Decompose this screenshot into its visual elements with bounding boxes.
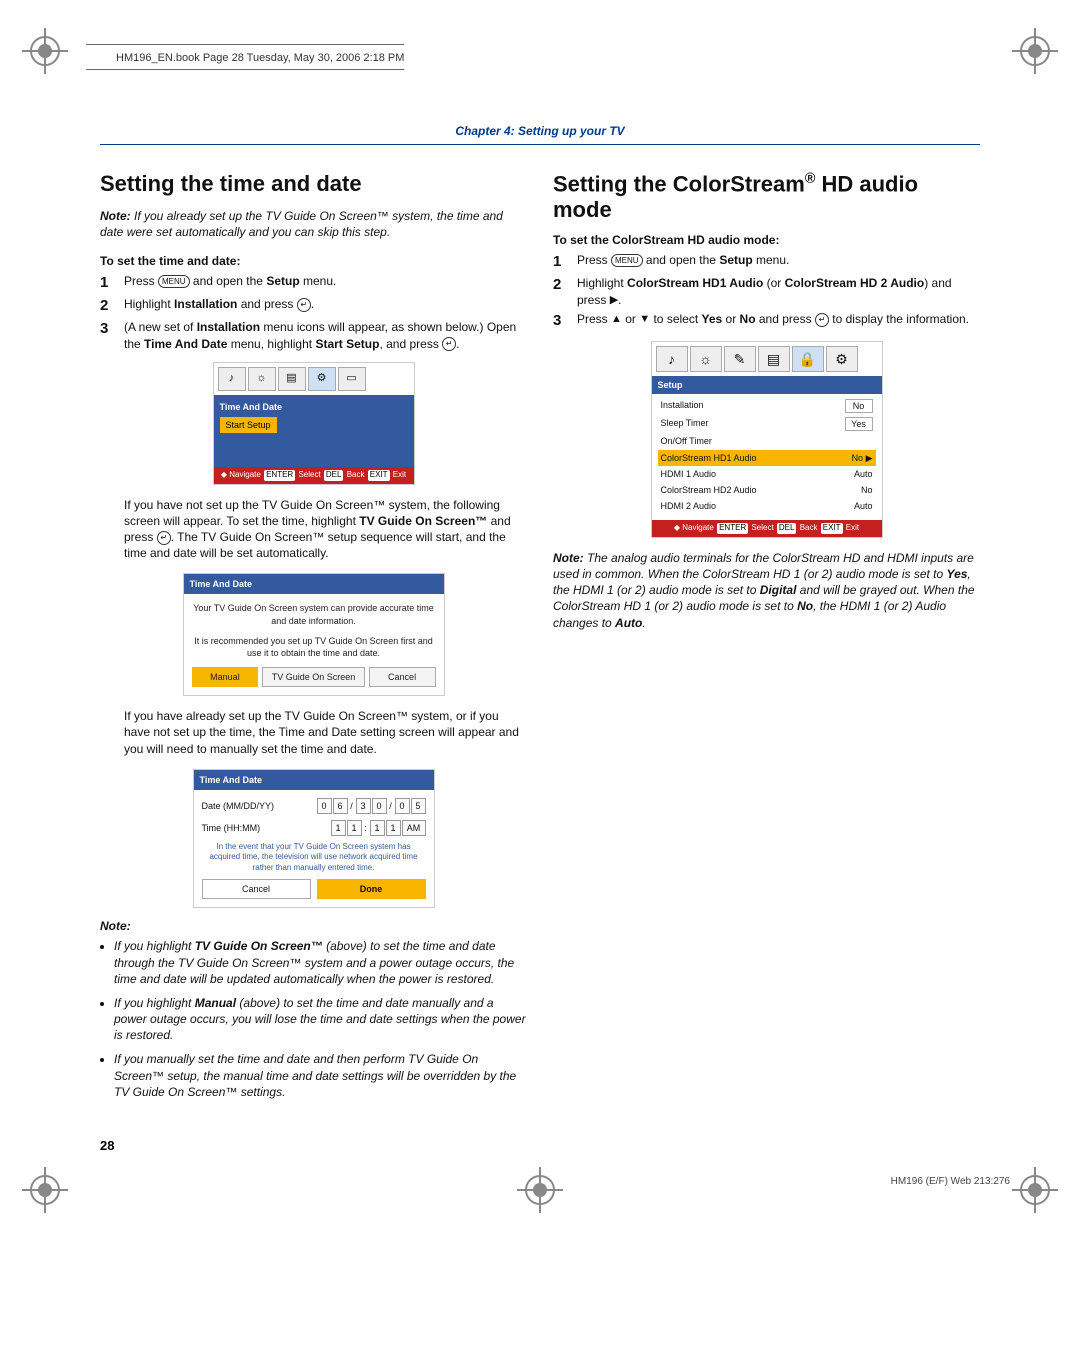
- right-heading: Setting the ColorStream® HD audio mode: [553, 171, 980, 222]
- right-note: Note: The analog audio terminals for the…: [553, 550, 980, 631]
- enter-button-icon: ↵: [815, 313, 829, 327]
- registration-mark-icon: [22, 1167, 68, 1213]
- step-1: 1 Press MENU and open the Setup menu.: [100, 273, 527, 293]
- enter-button-icon: ↵: [157, 531, 171, 545]
- up-arrow-icon: ▲: [611, 314, 622, 325]
- right-subhead: To set the ColorStream HD audio mode:: [553, 232, 980, 248]
- post-osd1-text: If you have not set up the TV Guide On S…: [124, 497, 527, 562]
- left-heading: Setting the time and date: [100, 171, 527, 196]
- intro-note: Note: If you already set up the TV Guide…: [100, 208, 527, 240]
- r-step-1: 1 Press MENU and open the Setup menu.: [553, 252, 980, 272]
- left-subhead: To set the time and date:: [100, 253, 527, 269]
- registration-mark-icon: [1012, 28, 1058, 74]
- menu-button-icon: MENU: [611, 254, 643, 267]
- right-arrow-icon: ▶: [610, 295, 618, 306]
- registration-mark-icon: [517, 1167, 563, 1213]
- down-arrow-icon: ▼: [639, 314, 650, 325]
- r-step-3: 3 Press ▲ or ▼ to select Yes or No and p…: [553, 311, 980, 331]
- menu-button-icon: MENU: [158, 275, 190, 288]
- osd-time-date-menu: ♪☼▤⚙▭ Time And Date Start Setup ◆ Naviga…: [213, 362, 415, 485]
- r-step-2: 2 Highlight ColorStream HD1 Audio (or Co…: [553, 275, 980, 307]
- enter-button-icon: ↵: [297, 298, 311, 312]
- registration-mark-icon: [1012, 1167, 1058, 1213]
- osd-tvguide-prompt: Time And Date Your TV Guide On Screen sy…: [183, 573, 445, 696]
- registration-mark-icon: [22, 28, 68, 74]
- crop-header-text: HM196_EN.book Page 28 Tuesday, May 30, 2…: [116, 52, 404, 64]
- date-boxes: 06/30/05: [316, 798, 426, 814]
- step-3: 3 (A new set of Installation menu icons …: [100, 319, 527, 351]
- chapter-heading: Chapter 4: Setting up your TV: [100, 120, 980, 145]
- step-2: 2 Highlight Installation and press ↵.: [100, 296, 527, 316]
- time-boxes: 11:11AM: [330, 820, 426, 836]
- left-notes-list: If you highlight TV Guide On Screen™ (ab…: [114, 938, 527, 1100]
- osd-manual-time-date: Time And Date Date (MM/DD/YY) 06/30/05 T…: [193, 769, 435, 908]
- osd-setup-menu: ♪☼✎▤🔒⚙ Setup InstallationNoSleep TimerYe…: [651, 341, 883, 538]
- post-osd2-text: If you have already set up the TV Guide …: [124, 708, 527, 757]
- enter-button-icon: ↵: [442, 337, 456, 351]
- document-footer: HM196 (E/F) Web 213:276: [891, 1176, 1010, 1187]
- page-number: 28: [100, 1138, 980, 1153]
- left-notes-label: Note:: [100, 918, 527, 934]
